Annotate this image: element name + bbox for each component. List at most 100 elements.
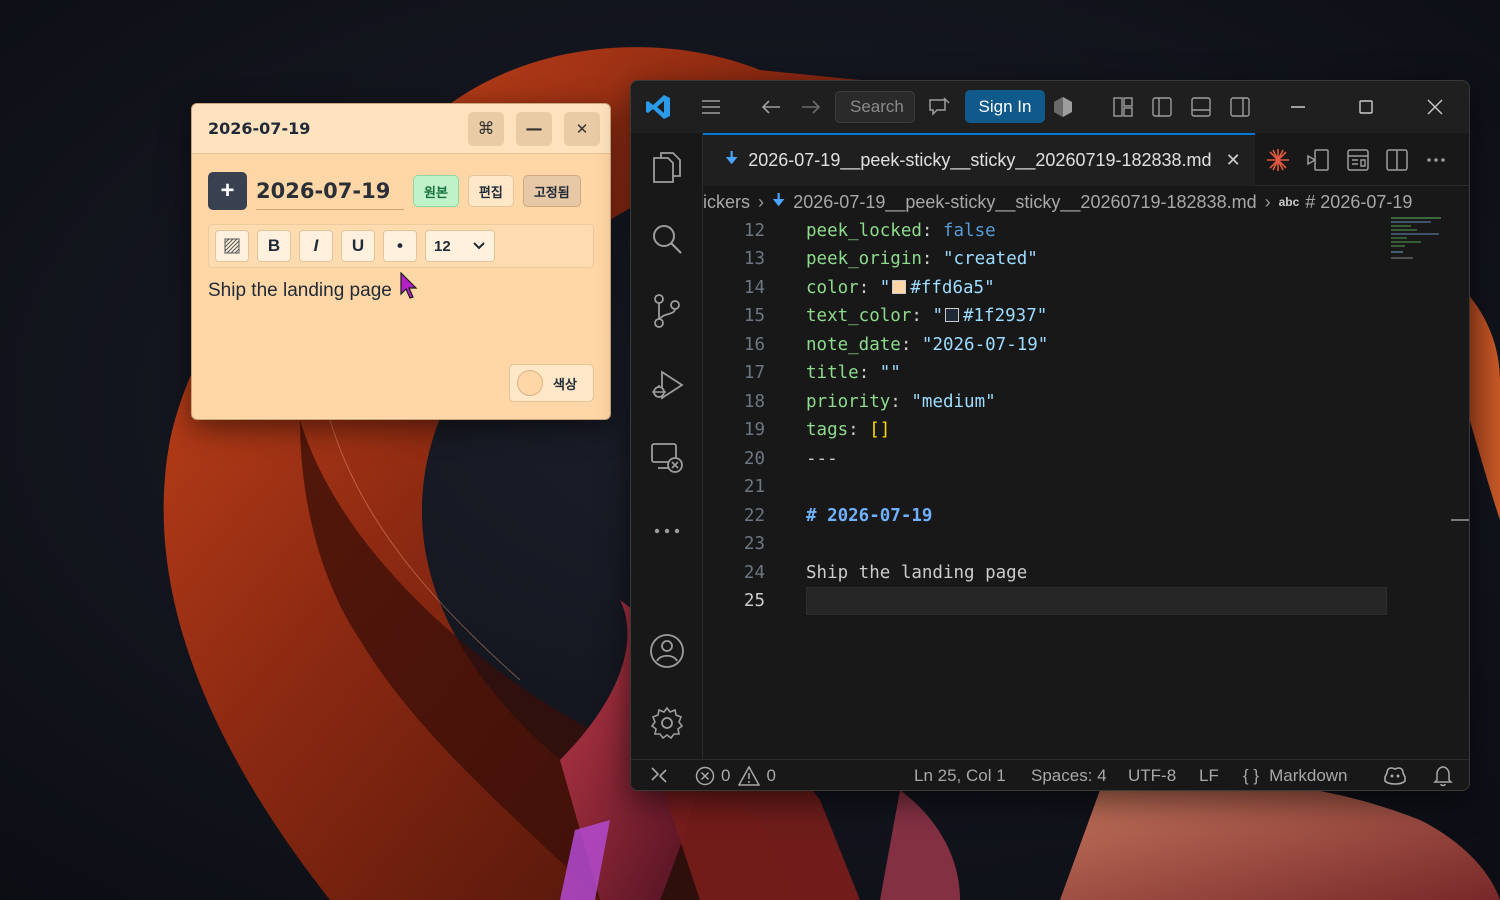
error-icon xyxy=(695,766,715,786)
underline-button[interactable]: U xyxy=(341,230,375,262)
line-number: 14 xyxy=(743,278,765,298)
close-icon[interactable]: ✕ xyxy=(564,111,600,146)
code-text: color: " #ffd6a5" xyxy=(806,278,995,298)
notifications-bell-icon[interactable] xyxy=(1433,765,1453,787)
code-text: priority: "medium" xyxy=(806,392,996,412)
toggle-panel-icon[interactable] xyxy=(1189,95,1213,119)
activity-bar xyxy=(631,133,703,759)
markdown-file-icon: 🠋 xyxy=(725,150,739,167)
remote-indicator-icon[interactable] xyxy=(649,765,669,785)
italic-button[interactable]: I xyxy=(299,230,333,262)
copilot-icon[interactable] xyxy=(1383,765,1407,787)
chat-icon[interactable] xyxy=(927,95,951,119)
code-heading: # 2026-07-19 xyxy=(806,506,933,526)
sign-in-button[interactable]: Sign In xyxy=(965,90,1045,123)
tab-close-icon[interactable]: ✕ xyxy=(1226,150,1241,171)
indentation[interactable]: Spaces: 4 xyxy=(1031,766,1107,786)
clear-format-button[interactable] xyxy=(215,230,249,262)
line-number: 15 xyxy=(743,306,765,326)
menu-icon[interactable] xyxy=(699,95,723,119)
line-number: 18 xyxy=(743,392,765,412)
warning-icon xyxy=(738,766,761,786)
code-line: 19 tags: [] xyxy=(703,416,1403,444)
copilot-status-icon[interactable] xyxy=(1051,95,1075,119)
source-control-icon[interactable] xyxy=(649,293,685,329)
end-of-line[interactable]: LF xyxy=(1199,766,1219,786)
add-note-button[interactable]: + xyxy=(208,172,247,210)
remote-explorer-icon[interactable] xyxy=(649,439,685,475)
chevron-down-icon xyxy=(473,242,485,250)
sticky-titlebar[interactable]: 2026-07-19 ⌘ — ✕ xyxy=(192,104,610,154)
tab-active-file[interactable]: 🠋 2026-07-19__peek-sticky__sticky__20260… xyxy=(703,133,1255,186)
line-number: 23 xyxy=(743,534,765,554)
command-center-search[interactable]: Search xyxy=(835,91,915,123)
color-swatch xyxy=(517,370,543,396)
close-window-icon[interactable] xyxy=(1423,95,1447,119)
editor-tab-bar: 🠋 2026-07-19__peek-sticky__sticky__20260… xyxy=(703,133,1469,186)
line-number: 20 xyxy=(743,449,765,469)
code-line: 20 --- xyxy=(703,445,1403,473)
cursor-position[interactable]: Ln 25, Col 1 xyxy=(914,766,1006,786)
color-label: 색상 xyxy=(553,377,577,393)
color-picker-button[interactable]: 색상 xyxy=(509,364,594,402)
font-size-value: 12 xyxy=(434,237,451,255)
yaml-value: #ffd6a5 xyxy=(910,278,985,298)
breadcrumb-file[interactable]: 2026-07-19__peek-sticky__sticky__2026071… xyxy=(793,192,1256,213)
breadcrumb-folder[interactable]: ickers xyxy=(703,192,750,213)
search-icon[interactable] xyxy=(649,221,685,257)
bold-button[interactable]: B xyxy=(257,230,291,262)
color-swatch[interactable] xyxy=(944,308,959,322)
problems-indicator[interactable]: 0 0 xyxy=(695,766,776,786)
bullet-button[interactable]: • xyxy=(383,230,417,262)
explorer-icon[interactable] xyxy=(649,149,685,185)
code-text: peek_locked: false xyxy=(806,221,996,241)
toggle-secondary-sidebar-icon[interactable] xyxy=(1228,95,1252,119)
sparkle-icon[interactable] xyxy=(1265,147,1291,173)
font-size-select[interactable]: 12 xyxy=(425,230,495,262)
note-date-field[interactable]: 2026-07-19 xyxy=(256,172,404,210)
maximize-window-icon[interactable] xyxy=(1354,95,1378,119)
encoding[interactable]: UTF-8 xyxy=(1128,766,1176,786)
code-text: --- xyxy=(806,449,838,469)
minimize-icon[interactable]: — xyxy=(516,111,552,146)
forward-arrow-icon[interactable] xyxy=(799,95,823,119)
line-number: 22 xyxy=(743,506,765,526)
color-swatch[interactable] xyxy=(892,280,907,294)
yaml-key: peek_origin xyxy=(806,249,922,269)
language-mode[interactable]: { } Markdown xyxy=(1243,766,1348,786)
back-arrow-icon[interactable] xyxy=(759,95,783,119)
code-line: 24 Ship the landing page xyxy=(703,559,1403,587)
run-debug-icon[interactable] xyxy=(649,367,685,403)
open-preview-icon[interactable] xyxy=(1305,147,1331,173)
account-icon[interactable] xyxy=(649,633,685,669)
yaml-value: "created" xyxy=(942,249,1038,269)
toggle-sidebar-icon[interactable] xyxy=(1150,95,1174,119)
vscode-titlebar[interactable]: Search Sign In xyxy=(631,81,1469,133)
chevron-right-icon: › xyxy=(758,191,765,212)
line-number: 16 xyxy=(743,335,765,355)
code-editor[interactable]: 12 peek_locked: false 13 peek_origin: "c… xyxy=(703,219,1469,759)
command-icon[interactable]: ⌘ xyxy=(468,111,504,146)
split-editor-icon[interactable] xyxy=(1384,147,1410,173)
more-icon[interactable] xyxy=(649,513,685,549)
scrollbar-position-marker[interactable] xyxy=(1451,519,1469,521)
mode-original-button[interactable]: 원본 xyxy=(413,175,459,207)
code-line: 16 note_date: "2026-07-19" xyxy=(703,331,1403,359)
yaml-value: false xyxy=(942,221,996,241)
customize-layout-icon[interactable] xyxy=(1111,95,1135,119)
breadcrumb-symbol[interactable]: # 2026-07-19 xyxy=(1305,192,1412,213)
vscode-window: Search Sign In 🠋 2026-07-19__peek-sticky… xyxy=(630,80,1470,791)
mode-edit-button[interactable]: 편집 xyxy=(467,175,514,207)
line-number: 13 xyxy=(743,249,765,269)
settings-gear-icon[interactable] xyxy=(649,705,685,741)
minimize-window-icon[interactable] xyxy=(1286,95,1310,119)
pinned-toggle-button[interactable]: 고정됨 xyxy=(522,175,581,207)
more-actions-icon[interactable] xyxy=(1423,147,1449,173)
minimap[interactable] xyxy=(1391,217,1451,277)
format-toolbar: B I U • 12 xyxy=(208,224,594,268)
code-text: Ship the landing page xyxy=(806,563,1028,583)
braces-icon: { } xyxy=(1243,766,1260,785)
preview-side-icon[interactable] xyxy=(1345,147,1371,173)
yaml-value: #1f2937 xyxy=(962,306,1037,326)
language-label: Markdown xyxy=(1269,766,1348,785)
